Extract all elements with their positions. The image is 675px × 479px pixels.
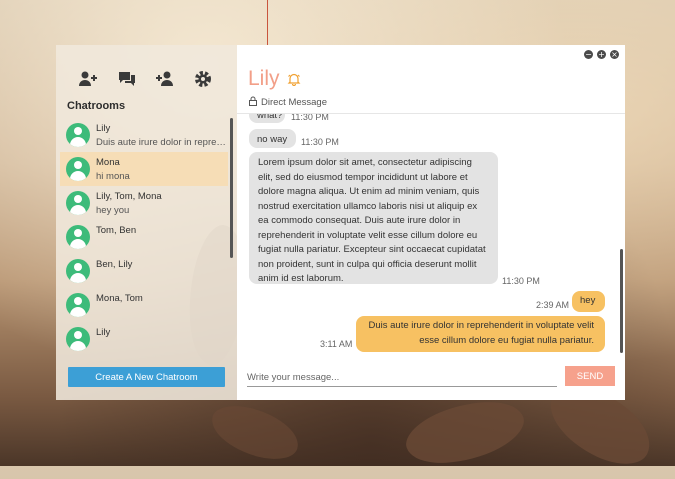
create-chatroom-button[interactable]: Create A New Chatroom: [68, 367, 225, 387]
message-time: 11:30 PM: [291, 114, 329, 122]
message-bubble-outgoing: hey: [572, 291, 605, 312]
chat-window: Chatrooms Lily Duis aute irure dolor in …: [56, 45, 625, 400]
chatroom-list-scrollbar[interactable]: [230, 118, 233, 258]
chatroom-preview: hi mona: [96, 171, 130, 182]
chatroom-item[interactable]: Lily Duis aute irure dolor in reprehende…: [60, 118, 228, 152]
message-time: 11:30 PM: [502, 276, 540, 286]
chatroom-name: Mona: [96, 157, 120, 168]
chatroom-name: Lily: [96, 123, 111, 134]
message-time: 3:11 AM: [320, 339, 353, 349]
chatroom-name: Mona, Tom: [96, 293, 143, 304]
chatroom-name: Ben, Lily: [96, 259, 133, 270]
conversation-panel: − + × Lily Direct Message what? 11:30 PM…: [237, 45, 625, 400]
chatroom-item[interactable]: Lily: [60, 322, 228, 355]
add-contact-icon[interactable]: [78, 69, 100, 91]
message-bubble-incoming: no way: [249, 129, 296, 148]
settings-icon[interactable]: [193, 69, 215, 91]
conversation-type: Direct Message: [248, 96, 327, 108]
message-bubble-outgoing: Duis aute irure dolor in reprehenderit i…: [356, 316, 605, 352]
avatar: [66, 123, 90, 147]
sidebar: Chatrooms Lily Duis aute irure dolor in …: [56, 45, 237, 400]
avatar: [66, 259, 90, 283]
contact-name: Lily: [248, 67, 280, 90]
chatroom-item[interactable]: Mona hi mona: [60, 152, 228, 186]
conversation-type-label: Direct Message: [261, 97, 327, 108]
send-button[interactable]: SEND: [565, 366, 615, 386]
chatroom-list: Lily Duis aute irure dolor in reprehende…: [60, 118, 230, 355]
avatar: [66, 157, 90, 181]
message-list-scrollbar[interactable]: [620, 249, 623, 353]
chatroom-preview: hey you: [96, 205, 130, 216]
avatar: [66, 225, 90, 249]
chatroom-name: Lily: [96, 327, 111, 338]
message-list: what? 11:30 PM no way 11:30 PM Lorem ips…: [237, 114, 621, 353]
message-bubble-incoming: what?: [249, 114, 285, 123]
message-input-underline: [247, 386, 557, 387]
avatar: [66, 327, 90, 351]
minimize-icon[interactable]: −: [584, 50, 593, 59]
lock-icon: [248, 96, 258, 106]
message-time: 11:30 PM: [301, 137, 339, 147]
chatroom-name: Lily, Tom, Mona: [96, 191, 162, 202]
chatroom-item[interactable]: Lily, Tom, Mona hey you: [60, 186, 228, 220]
avatar: [66, 293, 90, 317]
chatrooms-heading: Chatrooms: [67, 100, 126, 112]
bell-icon[interactable]: [287, 71, 301, 87]
chatroom-item[interactable]: Mona, Tom: [60, 288, 228, 322]
message-time: 2:39 AM: [536, 300, 570, 310]
chatroom-item[interactable]: Tom, Ben: [60, 220, 228, 254]
message-input[interactable]: [247, 370, 553, 384]
chatroom-item[interactable]: Ben, Lily: [60, 254, 228, 288]
background-thread: [267, 0, 268, 45]
close-icon[interactable]: ×: [610, 50, 619, 59]
chatroom-preview: Duis aute irure dolor in reprehenderit i…: [96, 137, 226, 148]
sidebar-toolbar: [56, 69, 237, 91]
message-bubble-incoming: Lorem ipsum dolor sit amet, consectetur …: [249, 152, 498, 284]
chats-icon[interactable]: [117, 69, 139, 91]
add-user-icon[interactable]: [155, 69, 177, 91]
maximize-icon[interactable]: +: [597, 50, 606, 59]
chatroom-name: Tom, Ben: [96, 225, 137, 236]
avatar: [66, 191, 90, 215]
